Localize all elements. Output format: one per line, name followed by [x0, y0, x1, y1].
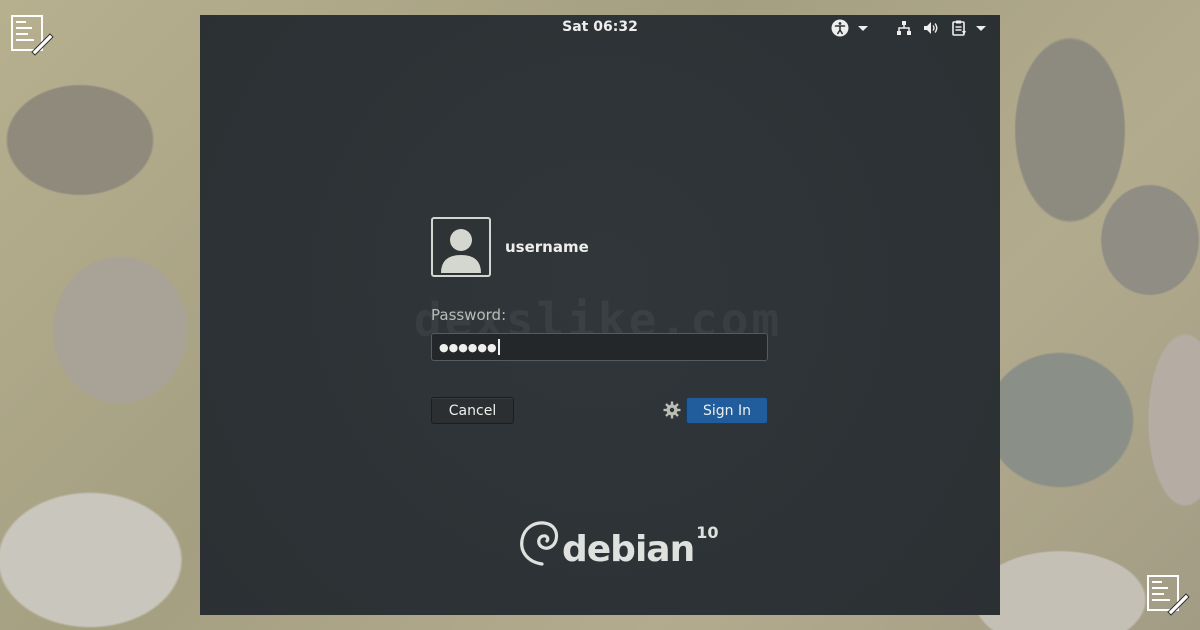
username-label: username [505, 238, 589, 256]
site-logo-icon [11, 15, 54, 56]
user-row: username [431, 217, 589, 277]
system-tray[interactable] [823, 19, 988, 37]
top-bar: Sat 06:32 [200, 15, 1000, 41]
login-screen: Sat 06:32 dexslike.com username Password… [200, 15, 1000, 615]
cancel-button[interactable]: Cancel [431, 397, 514, 424]
site-logo-icon [1147, 575, 1190, 616]
dropdown-arrow-icon [976, 26, 986, 31]
dropdown-arrow-icon [858, 26, 868, 31]
gear-icon[interactable] [663, 401, 681, 419]
status-menu[interactable] [896, 20, 988, 36]
accessibility-icon [831, 19, 849, 37]
text-caret [497, 339, 500, 355]
accessibility-menu[interactable] [831, 19, 870, 37]
debian-swirl-icon [520, 521, 559, 566]
password-input[interactable]: ●●●●●● [431, 333, 768, 361]
distro-brand: debian 10 [518, 518, 718, 568]
user-icon [441, 229, 481, 273]
volume-icon [924, 22, 938, 34]
password-label: Password: [431, 306, 507, 324]
network-icon [897, 21, 911, 35]
avatar [431, 217, 491, 277]
brand-version: 10 [696, 523, 719, 542]
sign-in-button[interactable]: Sign In [686, 397, 768, 424]
clipboard-icon [952, 20, 966, 36]
password-mask: ●●●●●● [439, 340, 497, 354]
brand-name: debian [562, 529, 695, 570]
